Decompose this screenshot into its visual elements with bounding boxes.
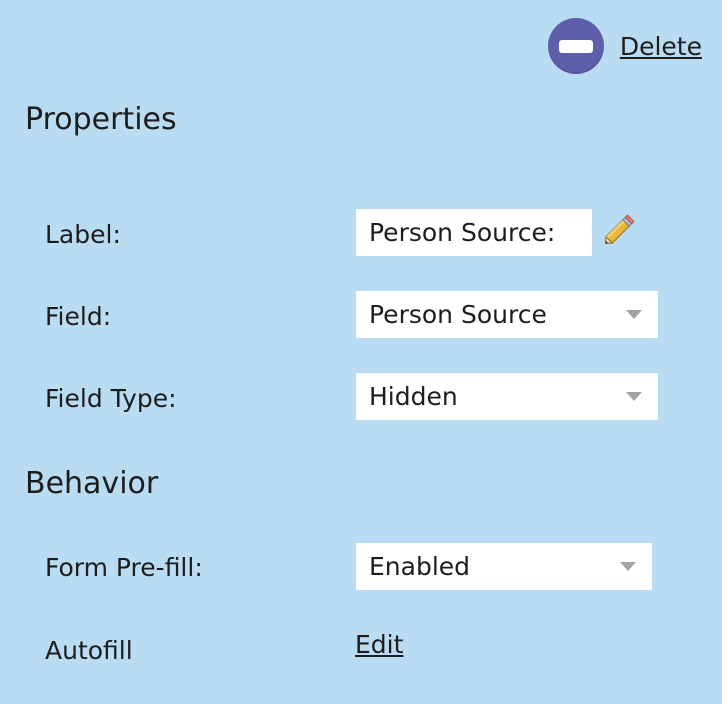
behavior-heading: Behavior [25, 466, 159, 501]
autofill-caption: Autofill [45, 636, 133, 665]
field-type-caption: Field Type: [45, 384, 177, 413]
minus-circle-icon[interactable] [547, 18, 604, 74]
prefill-select-value: Enabled [369, 552, 471, 581]
field-type-select-value: Hidden [369, 382, 458, 411]
chevron-down-icon [626, 392, 642, 401]
properties-heading: Properties [25, 102, 177, 137]
label-input[interactable]: Person Source: [356, 209, 592, 256]
chevron-down-icon [620, 562, 636, 571]
delete-action[interactable]: Delete [547, 18, 702, 74]
field-properties-panel: Delete Properties Label: Person Source: … [0, 0, 722, 704]
prefill-caption: Form Pre-fill: [45, 553, 203, 582]
pencil-icon[interactable] [600, 211, 638, 249]
minus-bar [558, 39, 593, 53]
field-select-value: Person Source [369, 300, 547, 329]
chevron-down-icon [626, 310, 642, 319]
field-type-select[interactable]: Hidden [356, 373, 658, 420]
delete-link[interactable]: Delete [620, 32, 702, 61]
field-select[interactable]: Person Source [356, 291, 658, 338]
prefill-select[interactable]: Enabled [356, 543, 652, 590]
field-caption: Field: [45, 302, 112, 331]
autofill-edit-link[interactable]: Edit [355, 630, 403, 659]
label-caption: Label: [45, 220, 121, 249]
